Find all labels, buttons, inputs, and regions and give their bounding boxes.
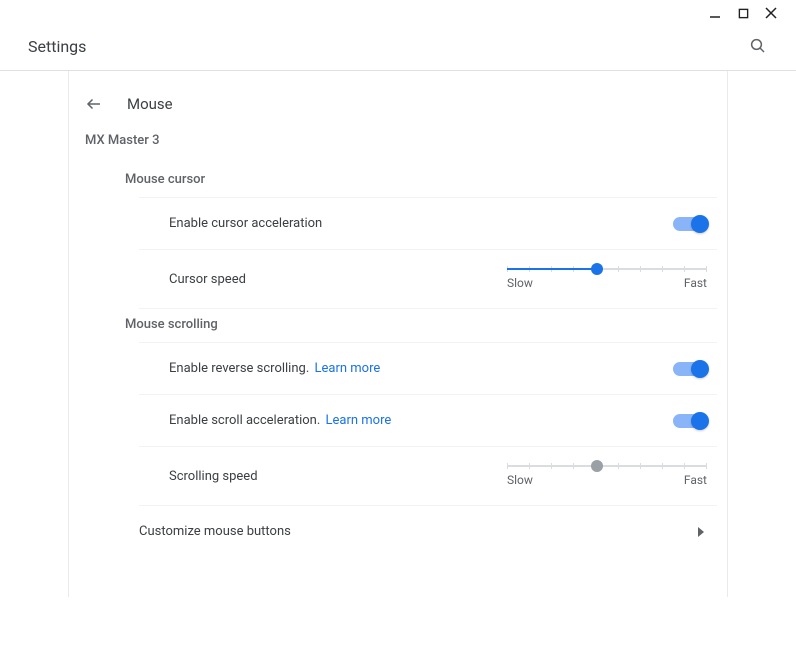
- minimize-icon[interactable]: [708, 6, 722, 20]
- row-cursor-speed: Cursor speed Slow Fast: [139, 250, 717, 309]
- scrolling-rows: Enable reverse scrolling. Learn more Ena…: [139, 342, 717, 506]
- row-label: Scrolling speed: [169, 469, 258, 484]
- slider-min-label: Slow: [507, 276, 533, 290]
- window-titlebar: [0, 0, 796, 36]
- row-label: Enable cursor acceleration: [169, 216, 322, 231]
- settings-panel: Mouse MX Master 3 Mouse cursor Enable cu…: [68, 71, 728, 597]
- breadcrumb: Mouse: [69, 95, 727, 133]
- learn-more-link[interactable]: Learn more: [315, 361, 381, 376]
- close-icon[interactable]: [764, 6, 778, 20]
- row-enable-scroll-acceleration: Enable scroll acceleration. Learn more: [139, 395, 717, 447]
- device-name: MX Master 3: [69, 133, 727, 164]
- row-enable-cursor-acceleration: Enable cursor acceleration: [139, 198, 717, 250]
- row-label: Enable reverse scrolling. Learn more: [169, 361, 380, 376]
- window-controls: [708, 6, 778, 20]
- row-enable-reverse-scrolling: Enable reverse scrolling. Learn more: [139, 343, 717, 395]
- row-label: Cursor speed: [169, 272, 246, 287]
- slider-scrolling-speed[interactable]: Slow Fast: [507, 465, 707, 487]
- cursor-rows: Enable cursor acceleration Cursor speed …: [139, 197, 717, 309]
- app-header: Settings: [0, 36, 796, 71]
- customize-label: Customize mouse buttons: [139, 524, 291, 539]
- toggle-cursor-acceleration[interactable]: [673, 217, 707, 231]
- row-label: Enable scroll acceleration. Learn more: [169, 413, 391, 428]
- chevron-right-icon: [697, 527, 705, 537]
- row-scrolling-speed: Scrolling speed Slow Fast: [139, 447, 717, 506]
- slider-max-label: Fast: [684, 276, 707, 290]
- section-heading-scrolling: Mouse scrolling: [69, 309, 727, 342]
- search-icon[interactable]: [748, 36, 768, 56]
- app-title: Settings: [28, 37, 86, 56]
- learn-more-link[interactable]: Learn more: [326, 413, 392, 428]
- maximize-icon[interactable]: [736, 6, 750, 20]
- toggle-scroll-acceleration[interactable]: [673, 414, 707, 428]
- slider-min-label: Slow: [507, 473, 533, 487]
- slider-max-label: Fast: [684, 473, 707, 487]
- page-title: Mouse: [127, 95, 173, 113]
- customize-mouse-buttons[interactable]: Customize mouse buttons: [69, 506, 727, 557]
- back-arrow-icon[interactable]: [85, 95, 103, 113]
- section-heading-cursor: Mouse cursor: [69, 164, 727, 197]
- toggle-reverse-scrolling[interactable]: [673, 362, 707, 376]
- slider-cursor-speed[interactable]: Slow Fast: [507, 268, 707, 290]
